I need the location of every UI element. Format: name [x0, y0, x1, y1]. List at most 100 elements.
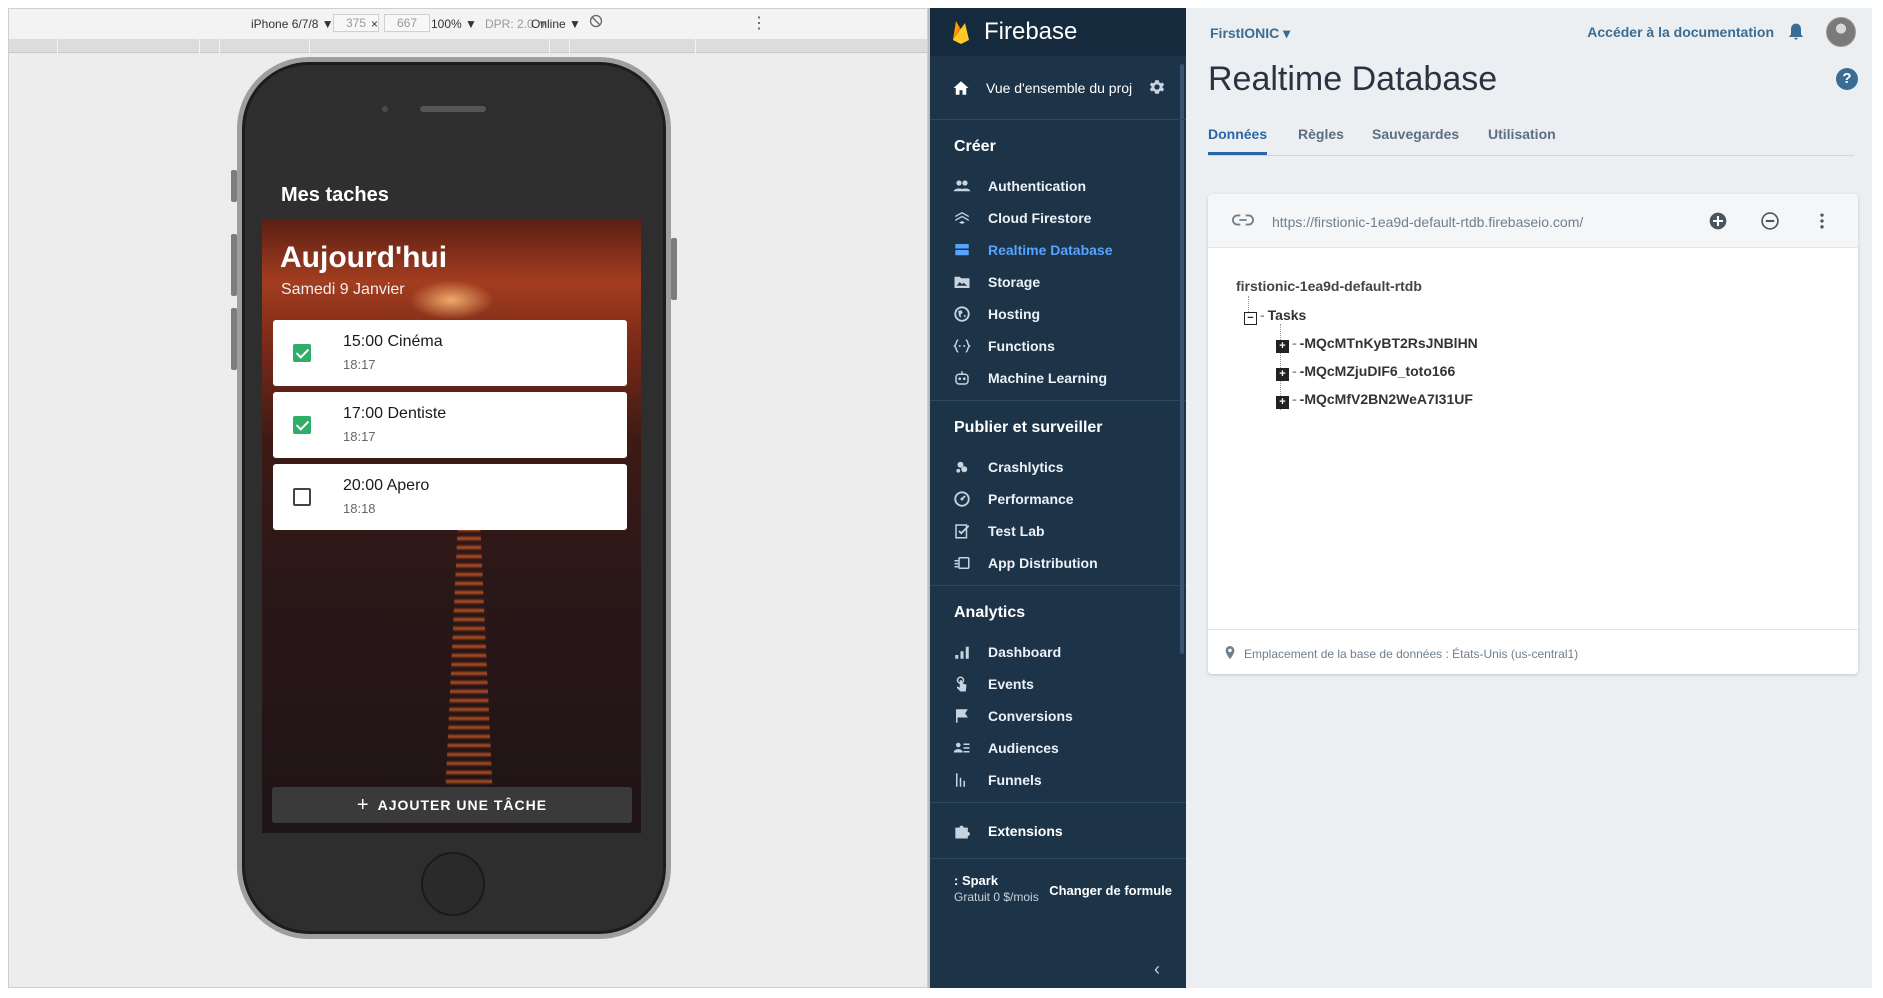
tree-node-label: -MQcMfV2BN2WeA7I31UF	[1299, 391, 1473, 407]
sidebar-item-crashlytics[interactable]: Crashlytics	[930, 451, 1186, 483]
device-select[interactable]: iPhone 6/7/8 ▼	[251, 17, 334, 31]
extensions-label: Extensions	[988, 822, 1063, 839]
day-title: Aujourd'hui	[280, 241, 448, 274]
device-emulator-pane: iPhone 6/7/8 ▼ 375 × 667 100% ▼ DPR: 2.0…	[8, 8, 928, 988]
sidebar-item-machine-learning[interactable]: Machine Learning	[930, 362, 1186, 394]
help-icon[interactable]: ?	[1836, 68, 1858, 90]
phone-camera	[382, 106, 388, 112]
tab-rules[interactable]: Règles	[1298, 126, 1344, 152]
firestore-icon	[952, 208, 972, 228]
task-card[interactable]: 17:00 Dentiste 18:17	[273, 392, 627, 458]
flag-icon	[952, 706, 972, 726]
database-url[interactable]: https://firstionic-1ea9d-default-rtdb.fi…	[1272, 214, 1583, 230]
sidebar-item-performance[interactable]: Performance	[930, 483, 1186, 515]
phone-volume-down-button	[231, 308, 237, 370]
sidebar-scrollbar[interactable]	[1180, 64, 1184, 654]
sidebar-item-label: Crashlytics	[988, 459, 1064, 475]
puzzle-icon	[955, 825, 970, 838]
gear-icon[interactable]	[1148, 78, 1166, 96]
more-options-icon[interactable]: ⋮	[751, 13, 767, 33]
remove-circle-icon[interactable]	[1760, 211, 1780, 231]
tab-data[interactable]: Données	[1208, 126, 1268, 155]
sidebar-item-hosting[interactable]: Hosting	[930, 298, 1186, 330]
sun-reflection	[444, 510, 494, 810]
sidebar-section-build: Créer Authentication Cloud Firestore Rea…	[930, 120, 1186, 401]
tab-bar: Données Règles Sauvegardes Utilisation	[1208, 118, 1854, 156]
tree-node-label: -MQcMTnKyBT2RsJNBlHN	[1299, 335, 1478, 351]
task-checkbox[interactable]	[293, 344, 311, 362]
change-plan-button[interactable]: Changer de formule	[1049, 883, 1172, 898]
sidebar-item-functions[interactable]: Functions	[930, 330, 1186, 362]
collapse-sidebar-icon[interactable]: ‹	[1154, 959, 1160, 980]
sidebar-item-events[interactable]: Events	[930, 668, 1186, 700]
firebase-brand: Firebase	[984, 18, 1078, 45]
sidebar-section-analytics: Analytics Dashboard Events Conversions A…	[930, 586, 1186, 803]
collapse-node-icon[interactable]: −	[1244, 312, 1257, 325]
add-task-button[interactable]: + AJOUTER UNE TÂCHE	[272, 787, 632, 823]
storage-icon	[952, 272, 972, 292]
tab-backups[interactable]: Sauvegardes	[1372, 126, 1459, 152]
database-icon	[952, 240, 972, 260]
billing-plan: : Spark Gratuit 0 $/mois Changer de form…	[930, 859, 1186, 923]
tree-node-label: Tasks	[1267, 307, 1307, 323]
sidebar-item-label: Machine Learning	[988, 370, 1108, 386]
sidebar-item-app-distribution[interactable]: App Distribution	[930, 547, 1186, 579]
sidebar-item-label: Authentication	[988, 178, 1086, 194]
firebase-logo-bar[interactable]: Firebase	[930, 8, 1186, 56]
tree-node-child[interactable]: + - -MQcMZjuDIF6_toto166	[1276, 363, 1455, 381]
project-selector[interactable]: FirstIONIC ▾	[1210, 25, 1290, 42]
sidebar-item-test-lab[interactable]: Test Lab	[930, 515, 1186, 547]
page-title: Realtime Database	[1208, 60, 1498, 98]
sidebar-item-label: Functions	[988, 338, 1055, 354]
tab-usage[interactable]: Utilisation	[1488, 126, 1556, 152]
phone-speaker	[420, 106, 486, 112]
network-throttle-select[interactable]: Online ▼	[531, 17, 581, 31]
sidebar-item-label: Performance	[988, 491, 1074, 507]
documentation-link[interactable]: Accéder à la documentation	[1587, 24, 1774, 40]
database-root-node[interactable]: firstionic-1ea9d-default-rtdb	[1236, 278, 1422, 294]
database-card: https://firstionic-1ea9d-default-rtdb.fi…	[1208, 194, 1858, 674]
task-time: 18:18	[343, 501, 376, 516]
task-title: 17:00 Dentiste	[343, 405, 447, 422]
phone-home-button	[421, 852, 485, 916]
sidebar-item-realtime-database[interactable]: Realtime Database	[930, 234, 1186, 266]
avatar[interactable]	[1826, 17, 1856, 47]
tree-node-child[interactable]: + - -MQcMfV2BN2WeA7I31UF	[1276, 391, 1473, 409]
sidebar-item-audiences[interactable]: Audiences	[930, 732, 1186, 764]
location-pin-icon	[1225, 646, 1235, 660]
sidebar-item-label: Audiences	[988, 740, 1059, 756]
sidebar-item-authentication[interactable]: Authentication	[930, 170, 1186, 202]
device-height-input[interactable]: 667	[384, 14, 430, 32]
tree-node-tasks[interactable]: − - Tasks	[1244, 307, 1306, 325]
expand-node-icon[interactable]: +	[1276, 396, 1289, 409]
sidebar-item-label: Funnels	[988, 772, 1042, 788]
app-screen: Mes taches Aujourd'hui Samedi 9 Janvier …	[262, 165, 641, 833]
task-card[interactable]: 20:00 Apero 18:18	[273, 464, 627, 530]
sidebar-section-release-monitor: Publier et surveiller Crashlytics Perfor…	[930, 401, 1186, 586]
bell-icon[interactable]	[1786, 22, 1806, 42]
sidebar-item-funnels[interactable]: Funnels	[930, 764, 1186, 796]
more-vert-icon[interactable]	[1812, 211, 1832, 231]
project-overview-link[interactable]: Vue d'ensemble du proj	[930, 56, 1186, 120]
expand-node-icon[interactable]: +	[1276, 340, 1289, 353]
sidebar-item-cloud-firestore[interactable]: Cloud Firestore	[930, 202, 1186, 234]
add-circle-icon[interactable]	[1708, 211, 1728, 231]
sidebar-item-label: App Distribution	[988, 555, 1098, 571]
sidebar-item-conversions[interactable]: Conversions	[930, 700, 1186, 732]
rotate-icon[interactable]	[589, 14, 603, 31]
expand-node-icon[interactable]: +	[1276, 368, 1289, 381]
sidebar-item-storage[interactable]: Storage	[930, 266, 1186, 298]
tree-node-child[interactable]: + - -MQcMTnKyBT2RsJNBlHN	[1276, 335, 1478, 353]
phone-power-button	[671, 238, 677, 300]
sidebar-item-extensions[interactable]: Extensions	[930, 803, 1186, 859]
sidebar-item-dashboard[interactable]: Dashboard	[930, 636, 1186, 668]
firebase-main: FirstIONIC ▾ Accéder à la documentation …	[1186, 8, 1872, 988]
link-icon	[1232, 214, 1254, 226]
crashlytics-icon	[952, 457, 972, 477]
home-icon	[953, 80, 969, 95]
zoom-select[interactable]: 100% ▼	[431, 17, 477, 31]
plus-icon: +	[356, 793, 370, 816]
task-card[interactable]: 15:00 Cinéma 18:17	[273, 320, 627, 386]
task-checkbox[interactable]	[293, 416, 311, 434]
task-checkbox[interactable]	[293, 488, 311, 506]
